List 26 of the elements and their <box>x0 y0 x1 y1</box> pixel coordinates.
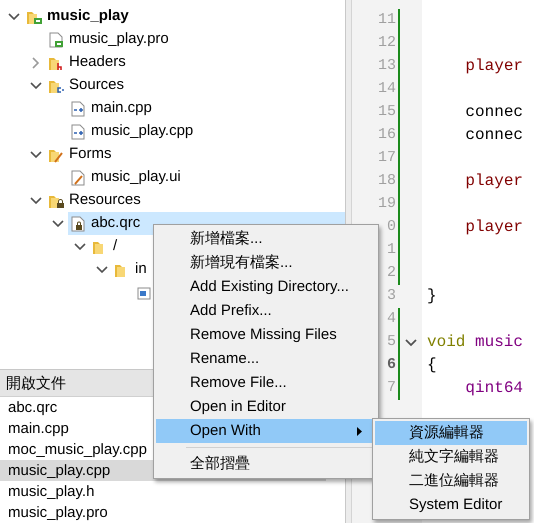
line-number: 4 <box>386 309 396 330</box>
code-line: qint64 <box>465 379 524 397</box>
code-line: connec <box>465 126 524 144</box>
code-line: player <box>465 218 524 236</box>
code-line: void music <box>427 333 524 351</box>
code-line: player <box>465 57 524 75</box>
code-line: player <box>465 172 524 190</box>
line-number: 19 <box>376 194 396 214</box>
line-number: 18 <box>376 171 396 192</box>
line-number: 17 <box>376 148 396 168</box>
line-number: 15 <box>376 102 396 122</box>
line-number: 6 <box>386 355 396 376</box>
code-line: } <box>427 287 437 305</box>
line-number: 16 <box>376 125 396 146</box>
line-number: 14 <box>376 79 396 100</box>
line-number: 3 <box>386 286 396 306</box>
line-number: 0 <box>386 217 396 238</box>
line-number: 13 <box>376 56 396 76</box>
line-number: 1 <box>386 240 396 260</box>
code-line: { <box>427 356 437 374</box>
line-number: 2 <box>386 263 396 284</box>
code-line: connec <box>465 103 524 121</box>
line-number: 5 <box>386 332 396 352</box>
line-number: 7 <box>386 378 396 398</box>
line-number: 11 <box>376 10 396 30</box>
line-number: 12 <box>376 33 396 54</box>
